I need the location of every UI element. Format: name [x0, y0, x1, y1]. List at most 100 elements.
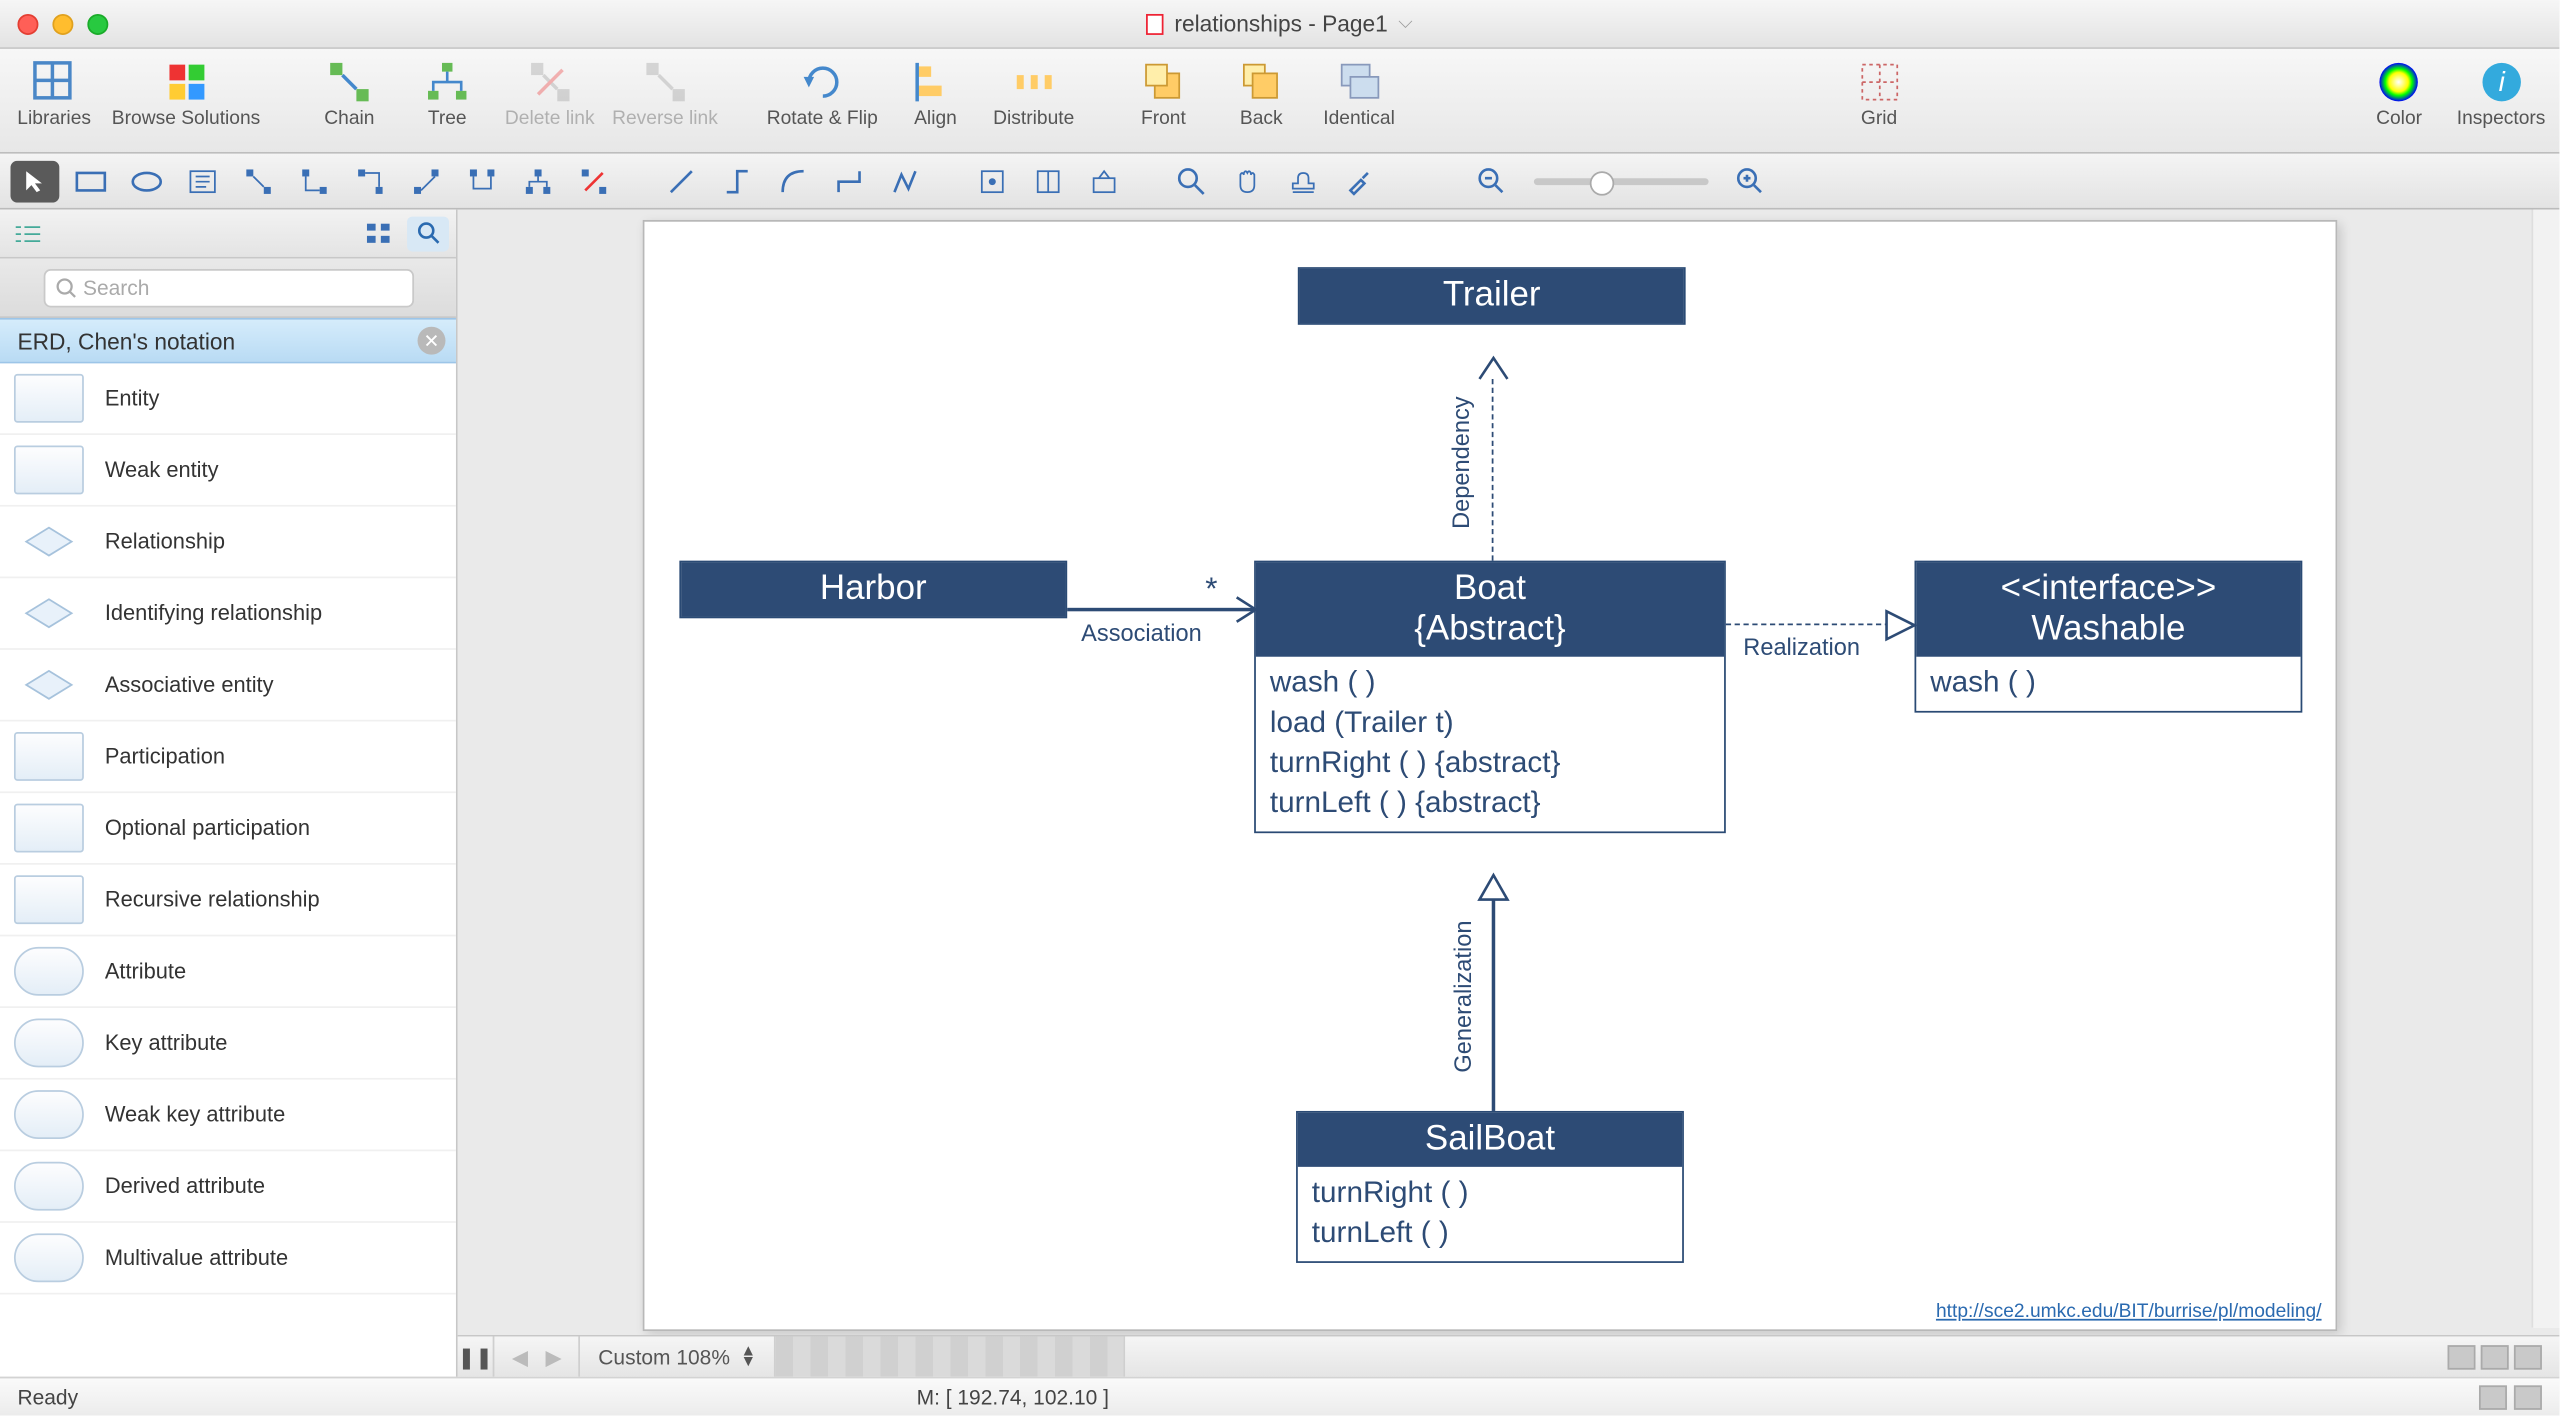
connector-tool-6[interactable]	[514, 160, 563, 202]
browse-solutions-button[interactable]: Browse Solutions	[112, 59, 260, 129]
tree-button[interactable]: Tree	[407, 59, 487, 129]
shape-item[interactable]: Attribute	[0, 936, 456, 1008]
ellipse-tool[interactable]	[122, 160, 171, 202]
pointer-tool[interactable]	[10, 160, 59, 202]
search-input[interactable]: Search	[43, 268, 413, 306]
magnifier-tool[interactable]	[1167, 160, 1216, 202]
shape-item[interactable]: Associative entity	[0, 650, 456, 722]
shape-item[interactable]: Multivalue attribute	[0, 1223, 456, 1295]
pager-next-icon[interactable]: ▶	[545, 1344, 561, 1368]
close-icon[interactable]: ✕	[418, 327, 446, 355]
vertical-scrollbar[interactable]	[2531, 210, 2559, 1328]
view-toggles[interactable]	[2430, 1336, 2559, 1376]
close-window-button[interactable]	[17, 13, 38, 34]
status-icon-2[interactable]	[2514, 1384, 2542, 1408]
horizontal-scrollbar[interactable]	[775, 1336, 1124, 1376]
connector-delete-tool[interactable]	[570, 160, 619, 202]
shape-item[interactable]: Relationship	[0, 507, 456, 579]
color-button[interactable]: Color	[2359, 59, 2439, 129]
search-mode-icon[interactable]	[407, 216, 449, 251]
page[interactable]: Trailer Harbor Boat {Abstract} wash ( )l…	[643, 220, 2338, 1331]
shape-thumb-icon	[14, 589, 84, 638]
text-tool[interactable]	[178, 160, 227, 202]
connector-tool-1[interactable]	[234, 160, 283, 202]
shape-item-label: Attribute	[105, 959, 186, 983]
connector-tool-5[interactable]	[458, 160, 507, 202]
zoom-label[interactable]: Custom 108% ▲▼	[581, 1336, 775, 1376]
connector-tool-3[interactable]	[346, 160, 395, 202]
chevron-down-icon: ⌵	[1398, 12, 1413, 35]
line-tool-3[interactable]	[769, 160, 818, 202]
zoom-out-button[interactable]	[1467, 160, 1516, 202]
shape-item[interactable]: Optional participation	[0, 793, 456, 865]
align-button[interactable]: Align	[895, 59, 975, 129]
libraries-label: Libraries	[17, 108, 91, 129]
rotate-flip-button[interactable]: Rotate & Flip	[767, 59, 878, 129]
edge-generalization[interactable]	[1492, 900, 1495, 1111]
shape-item[interactable]: Derived attribute	[0, 1151, 456, 1223]
snap-tool-1[interactable]	[968, 160, 1017, 202]
shape-item[interactable]: Identifying relationship	[0, 578, 456, 650]
distribute-button[interactable]: Distribute	[993, 59, 1074, 129]
grid-view-icon[interactable]	[358, 216, 400, 251]
grid-button[interactable]: Grid	[1839, 59, 1919, 129]
sidebar-toolbar	[0, 210, 456, 259]
eyedropper-tool[interactable]	[1335, 160, 1384, 202]
uml-class-sailboat[interactable]: SailBoat turnRight ( )turnLeft ( )	[1296, 1111, 1684, 1263]
line-tool-1[interactable]	[657, 160, 706, 202]
line-tool-2[interactable]	[713, 160, 762, 202]
shape-thumb-icon	[14, 660, 84, 709]
reverse-link-button[interactable]: Reverse link	[612, 59, 718, 129]
window-controls	[17, 13, 108, 34]
search-placeholder: Search	[83, 275, 149, 299]
zoom-slider[interactable]	[1534, 177, 1709, 184]
arrow-association-icon	[1235, 596, 1259, 624]
shape-item[interactable]: Participation	[0, 722, 456, 794]
edge-association[interactable]	[1067, 608, 1254, 611]
label-generalization: Generalization	[1450, 921, 1476, 1073]
hand-tool[interactable]	[1223, 160, 1272, 202]
connector-tool-2[interactable]	[290, 160, 339, 202]
rect-tool[interactable]	[66, 160, 115, 202]
minimize-window-button[interactable]	[52, 13, 73, 34]
shape-item[interactable]: Key attribute	[0, 1008, 456, 1080]
delete-link-button[interactable]: Delete link	[505, 59, 595, 129]
shape-item[interactable]: Entity	[0, 363, 456, 435]
front-button[interactable]: Front	[1123, 59, 1203, 129]
outline-icon[interactable]	[7, 216, 49, 251]
edge-realization[interactable]	[1726, 624, 1890, 626]
search-row: Search	[0, 259, 456, 318]
uml-class-trailer[interactable]: Trailer	[1298, 267, 1686, 325]
browse-solutions-label: Browse Solutions	[112, 108, 260, 129]
category-header[interactable]: ERD, Chen's notation ✕	[0, 318, 456, 363]
chain-button[interactable]: Chain	[309, 59, 389, 129]
uml-class-harbor[interactable]: Harbor	[680, 561, 1068, 619]
uml-interface-washable[interactable]: <<interface>> Washable wash ( )	[1915, 561, 2303, 713]
snap-tool-2[interactable]	[1024, 160, 1073, 202]
canvas-scroll[interactable]: Trailer Harbor Boat {Abstract} wash ( )l…	[458, 210, 2560, 1335]
stamp-tool[interactable]	[1279, 160, 1328, 202]
shape-item-label: Recursive relationship	[105, 887, 320, 911]
titlebar: relationships - Page1 ⌵	[0, 0, 2559, 49]
line-tool-5[interactable]	[880, 160, 929, 202]
line-tool-4[interactable]	[825, 160, 874, 202]
connector-tool-4[interactable]	[402, 160, 451, 202]
libraries-button[interactable]: Libraries	[14, 59, 94, 129]
shape-item[interactable]: Weak key attribute	[0, 1080, 456, 1152]
status-icon-1[interactable]	[2479, 1384, 2507, 1408]
zoom-window-button[interactable]	[87, 13, 108, 34]
zoom-in-button[interactable]	[1726, 160, 1775, 202]
footer-url[interactable]: http://sce2.umkc.edu/BIT/burrise/pl/mode…	[1936, 1302, 2322, 1323]
uml-class-boat[interactable]: Boat {Abstract} wash ( )load (Trailer t)…	[1254, 561, 1726, 833]
shape-item-label: Optional participation	[105, 816, 310, 840]
edge-dependency[interactable]	[1492, 379, 1494, 561]
pager-prev-icon[interactable]: ◀	[512, 1344, 528, 1368]
shape-item[interactable]: Recursive relationship	[0, 865, 456, 937]
shape-item[interactable]: Weak entity	[0, 435, 456, 507]
inspectors-button[interactable]: i Inspectors	[2457, 59, 2546, 129]
status-bar: Ready M: [ 192.74, 102.10 ]	[0, 1377, 2559, 1415]
snap-tool-3[interactable]	[1080, 160, 1129, 202]
identical-button[interactable]: Identical	[1319, 59, 1399, 129]
back-button[interactable]: Back	[1221, 59, 1301, 129]
pager-pause-icon[interactable]: ❚❚	[458, 1336, 495, 1376]
